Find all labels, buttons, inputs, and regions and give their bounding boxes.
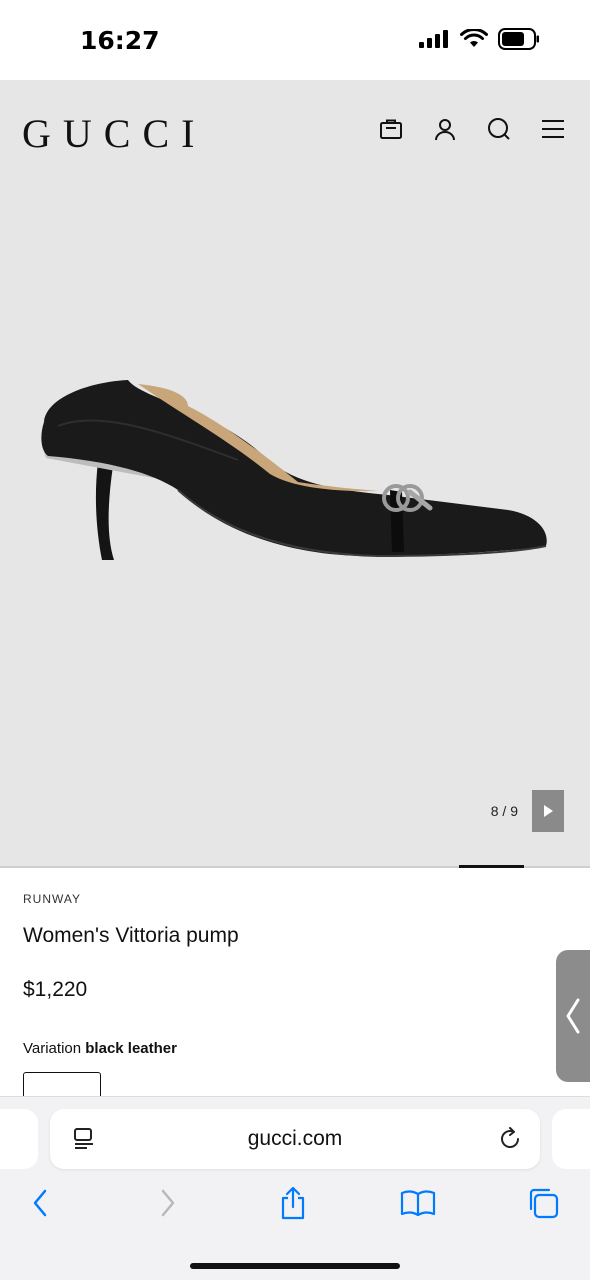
product-title: Women's Vittoria pump: [23, 924, 239, 947]
image-counter: 8 / 9: [490, 803, 518, 819]
product-image[interactable]: [38, 370, 553, 570]
browser-chrome: gucci.com: [0, 1096, 590, 1280]
status-icons: [418, 28, 540, 50]
search-icon[interactable]: [486, 116, 512, 142]
bookmarks-button[interactable]: [398, 1183, 438, 1223]
header-actions: [378, 116, 566, 142]
chevron-left-icon: [566, 998, 580, 1034]
menu-icon[interactable]: [540, 116, 566, 142]
account-icon[interactable]: [432, 116, 458, 142]
home-indicator[interactable]: [190, 1263, 400, 1269]
gucci-logo[interactable]: GUCCI: [22, 110, 206, 157]
tabs-button[interactable]: [523, 1183, 563, 1223]
product-gallery[interactable]: GUCCI 8 / 9: [0, 80, 590, 868]
browser-toolbar: [0, 1183, 590, 1233]
status-bar: 16:27: [0, 0, 590, 80]
url-text[interactable]: gucci.com: [50, 1127, 540, 1151]
next-tab-preview[interactable]: [552, 1109, 590, 1169]
forward-button[interactable]: [148, 1183, 188, 1223]
product-price: $1,220: [23, 978, 88, 1001]
battery-icon: [498, 28, 539, 50]
address-bar[interactable]: gucci.com: [50, 1109, 540, 1169]
forward-chevron-icon: [161, 1189, 175, 1217]
share-icon: [281, 1186, 305, 1220]
back-chevron-icon: [33, 1189, 47, 1217]
previous-tab-preview[interactable]: [0, 1109, 38, 1169]
variation-line: Variation black leather: [23, 1040, 177, 1057]
bookmarks-icon: [400, 1190, 436, 1217]
cellular-signal-icon: [419, 30, 448, 48]
video-thumbnail[interactable]: [532, 790, 564, 832]
shopping-bag-icon[interactable]: [378, 116, 404, 142]
tabs-icon: [529, 1188, 559, 1219]
product-info: RUNWAY Women's Vittoria pump $1,220 Vari…: [0, 868, 590, 1102]
variation-label: Variation: [23, 1040, 82, 1057]
share-button[interactable]: [273, 1183, 313, 1223]
variation-value: black leather: [85, 1040, 177, 1057]
play-icon: [544, 805, 553, 817]
back-button[interactable]: [20, 1183, 60, 1223]
side-panel-tab[interactable]: [556, 950, 590, 1082]
product-category[interactable]: RUNWAY: [23, 892, 81, 906]
reload-icon[interactable]: [498, 1127, 522, 1151]
wifi-icon: [460, 29, 488, 47]
status-time: 16:27: [80, 26, 160, 55]
